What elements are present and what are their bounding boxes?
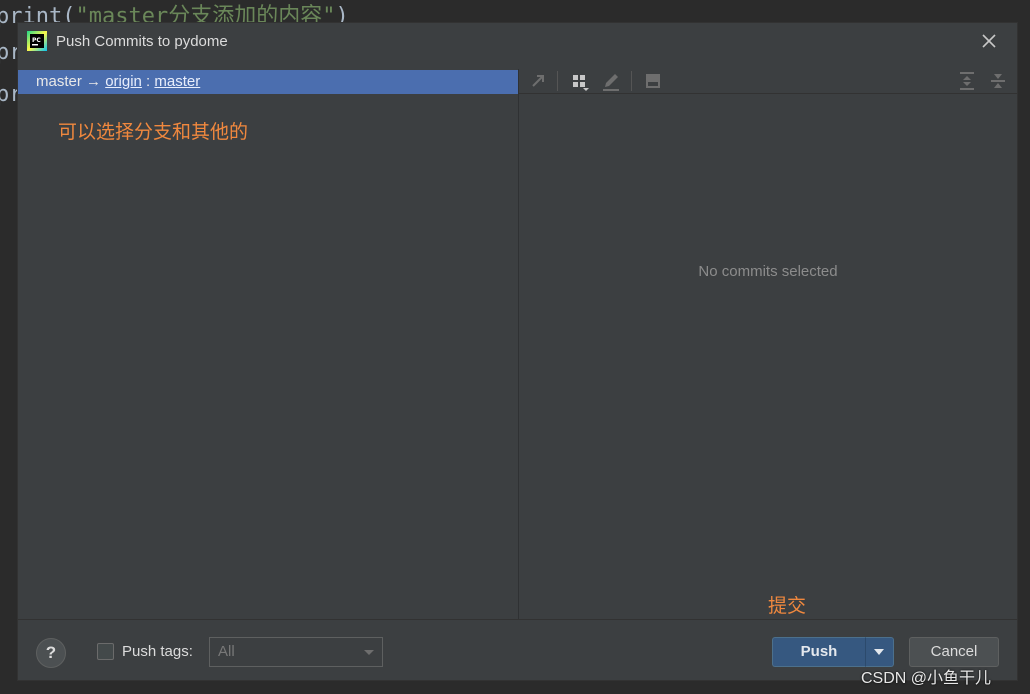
watermark: CSDN @小鱼干儿 [861, 670, 992, 687]
push-tags-select-value: All [218, 643, 235, 660]
local-branch: master [36, 73, 82, 90]
push-button[interactable]: Push [772, 637, 865, 667]
push-options-dropdown[interactable] [865, 637, 894, 667]
push-tags-select[interactable]: All [209, 637, 383, 667]
svg-text:PC: PC [32, 37, 41, 44]
push-tags-checkbox[interactable] [97, 643, 114, 660]
footer-divider [18, 619, 1017, 620]
pycharm-icon: PC [27, 31, 47, 51]
arrow-icon: → [86, 73, 102, 90]
chevron-down-icon [874, 649, 884, 655]
remote-branch-link[interactable]: master [154, 73, 200, 90]
branch-row-content: master → origin : master [36, 70, 200, 94]
commits-toolbar [519, 69, 1017, 94]
dialog-titlebar: PC Push Commits to pydome [18, 23, 1017, 59]
toolbar-separator [631, 71, 632, 91]
help-button[interactable]: ? [36, 638, 66, 668]
group-by-icon[interactable] [568, 69, 592, 93]
diff-icon[interactable] [641, 69, 665, 93]
cancel-button[interactable]: Cancel [909, 637, 999, 667]
collapse-all-icon[interactable] [986, 69, 1010, 93]
expand-all-icon[interactable] [955, 69, 979, 93]
annotation-left-note: 可以选择分支和其他的 [58, 121, 249, 143]
branches-pane: master → origin : master 可以选择分支和其他的 [18, 69, 518, 619]
cherry-pick-icon[interactable] [527, 69, 551, 93]
push-tags-label[interactable]: Push tags: [122, 643, 193, 660]
close-icon[interactable] [979, 31, 999, 51]
chevron-down-icon [364, 650, 374, 655]
commits-pane: No commits selected 提交 [519, 69, 1017, 619]
dialog-title: Push Commits to pydome [56, 33, 228, 50]
remote-link[interactable]: origin [105, 73, 142, 90]
push-commits-dialog: PC Push Commits to pydome master → origi… [18, 23, 1017, 680]
toolbar-separator [557, 71, 558, 91]
edit-icon[interactable] [599, 69, 623, 93]
no-commits-message: No commits selected [698, 263, 838, 280]
branch-separator: : [146, 73, 151, 90]
branch-row-master[interactable]: master → origin : master [18, 70, 518, 94]
annotation-push-note: 提交 [768, 595, 807, 617]
